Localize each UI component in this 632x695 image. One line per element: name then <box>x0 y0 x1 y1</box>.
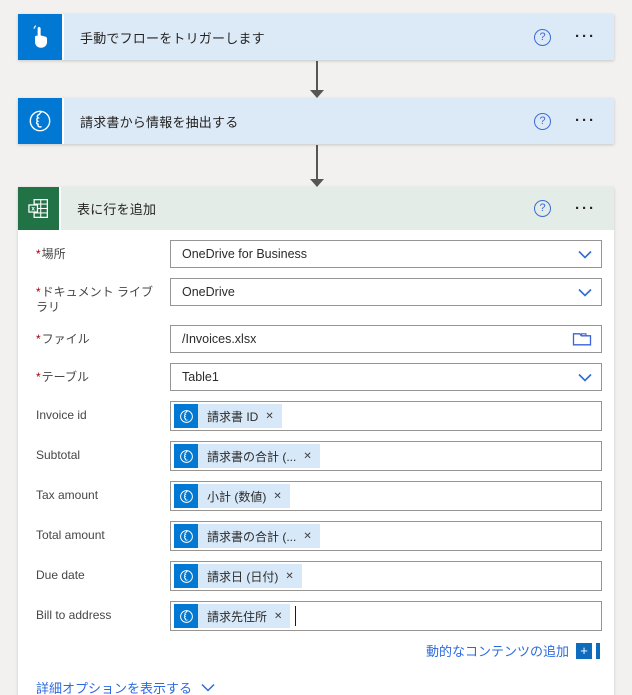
ai-builder-brain-icon <box>174 444 198 468</box>
chevron-down-icon[interactable] <box>578 373 592 382</box>
token-remove-icon[interactable]: ✕ <box>274 611 290 622</box>
token-label: 請求先住所 <box>198 608 274 625</box>
excel-card-title[interactable]: 表に行を追加 <box>61 187 534 230</box>
ai-builder-brain-icon <box>174 564 198 588</box>
required-asterisk: * <box>36 370 41 384</box>
dynamic-content-token[interactable]: 請求書の合計 (...✕ <box>174 524 320 548</box>
excel-card: x 表に行を追加 ? ··· *場所OneDrive for Business*… <box>18 187 614 695</box>
field-file-input-2[interactable]: /Invoices.xlsx <box>170 325 602 353</box>
trigger-card-title[interactable]: 手動でフローをトリガーします <box>64 14 534 60</box>
svg-text:x: x <box>31 206 35 213</box>
more-options-icon[interactable]: ··· <box>575 32 596 42</box>
required-asterisk: * <box>36 285 41 299</box>
token-remove-icon[interactable]: ✕ <box>303 451 319 462</box>
excel-form-rows: *場所OneDrive for Business*ドキュメント ライブラリOne… <box>30 240 602 631</box>
form-field-row: *テーブルTable1 <box>30 363 602 391</box>
trigger-card-header[interactable]: 手動でフローをトリガーします ? ··· <box>18 14 614 60</box>
add-dynamic-content-link[interactable]: 動的なコンテンツの追加 <box>426 641 569 660</box>
field-token-input-5[interactable]: 請求書の合計 (...✕ <box>170 441 602 471</box>
field-label: *ドキュメント ライブラリ <box>30 278 170 315</box>
form-field-row: *場所OneDrive for Business <box>30 240 602 268</box>
form-field-row: Bill to address請求先住所✕ <box>30 601 602 631</box>
ai-builder-card-title[interactable]: 請求書から情報を抽出する <box>64 98 534 144</box>
folder-picker-icon[interactable] <box>572 331 592 347</box>
field-label: Bill to address <box>30 601 170 623</box>
help-icon[interactable]: ? <box>534 200 551 217</box>
field-select-1[interactable]: OneDrive <box>170 278 602 306</box>
form-field-row: *ファイル/Invoices.xlsx <box>30 325 602 353</box>
flow-connector-arrow <box>309 145 325 187</box>
field-label: Tax amount <box>30 481 170 503</box>
ai-builder-brain-icon <box>174 404 198 428</box>
add-dynamic-content-plus-bar <box>596 643 600 659</box>
help-icon[interactable]: ? <box>534 29 551 46</box>
form-field-row: Due date請求日 (日付)✕ <box>30 561 602 591</box>
form-field-row: *ドキュメント ライブラリOneDrive <box>30 278 602 315</box>
field-select-0[interactable]: OneDrive for Business <box>170 240 602 268</box>
field-label: *場所 <box>30 240 170 262</box>
touch-trigger-icon <box>18 14 64 60</box>
field-label: *テーブル <box>30 363 170 385</box>
form-field-row: Invoice id請求書 ID✕ <box>30 401 602 431</box>
dynamic-content-token[interactable]: 請求先住所✕ <box>174 604 290 628</box>
trigger-card[interactable]: 手動でフローをトリガーします ? ··· <box>18 14 614 60</box>
show-advanced-options-row: 詳細オプションを表示する <box>36 678 602 695</box>
token-label: 請求書 ID <box>198 408 265 425</box>
token-remove-icon[interactable]: ✕ <box>265 411 281 422</box>
required-asterisk: * <box>36 247 41 261</box>
field-token-input-9[interactable]: 請求先住所✕ <box>170 601 602 631</box>
chevron-down-icon[interactable] <box>201 683 215 692</box>
field-label: Due date <box>30 561 170 583</box>
dynamic-content-token[interactable]: 請求書 ID✕ <box>174 404 282 428</box>
field-token-input-8[interactable]: 請求日 (日付)✕ <box>170 561 602 591</box>
form-field-row: Tax amount小計 (数値)✕ <box>30 481 602 511</box>
excel-card-body: *場所OneDrive for Business*ドキュメント ライブラリOne… <box>18 230 614 695</box>
dynamic-content-token[interactable]: 請求日 (日付)✕ <box>174 564 302 588</box>
token-label: 請求書の合計 (... <box>198 448 303 465</box>
field-token-input-4[interactable]: 請求書 ID✕ <box>170 401 602 431</box>
chevron-down-icon[interactable] <box>578 288 592 297</box>
field-label: Total amount <box>30 521 170 543</box>
token-label: 小計 (数値) <box>198 488 273 505</box>
required-asterisk: * <box>36 332 41 346</box>
token-remove-icon[interactable]: ✕ <box>303 531 319 542</box>
chevron-down-icon[interactable] <box>578 250 592 259</box>
show-advanced-options-link[interactable]: 詳細オプションを表示する <box>36 678 192 695</box>
flow-connector-arrow <box>309 61 325 98</box>
field-label: Subtotal <box>30 441 170 463</box>
ai-builder-card[interactable]: 請求書から情報を抽出する ? ··· <box>18 98 614 144</box>
field-label: *ファイル <box>30 325 170 347</box>
field-label: Invoice id <box>30 401 170 423</box>
excel-icon: x <box>18 187 61 230</box>
dynamic-content-token[interactable]: 小計 (数値)✕ <box>174 484 290 508</box>
ai-builder-brain-icon <box>18 98 64 144</box>
more-options-icon[interactable]: ··· <box>575 204 596 214</box>
text-caret <box>295 606 296 626</box>
ai-builder-brain-icon <box>174 484 198 508</box>
token-label: 請求日 (日付) <box>198 568 285 585</box>
field-token-input-6[interactable]: 小計 (数値)✕ <box>170 481 602 511</box>
ai-builder-brain-icon <box>174 604 198 628</box>
form-field-row: Subtotal請求書の合計 (...✕ <box>30 441 602 471</box>
field-token-input-7[interactable]: 請求書の合計 (...✕ <box>170 521 602 551</box>
help-icon[interactable]: ? <box>534 113 551 130</box>
form-field-row: Total amount請求書の合計 (...✕ <box>30 521 602 551</box>
flow-designer-canvas: 手動でフローをトリガーします ? ··· 請求書から情報を抽出する ? ··· <box>0 0 632 695</box>
add-dynamic-content-plus-icon[interactable]: + <box>576 643 592 659</box>
add-dynamic-content-row: 動的なコンテンツの追加 + <box>30 641 600 660</box>
more-options-icon[interactable]: ··· <box>575 116 596 126</box>
ai-builder-card-header[interactable]: 請求書から情報を抽出する ? ··· <box>18 98 614 144</box>
token-label: 請求書の合計 (... <box>198 528 303 545</box>
ai-builder-brain-icon <box>174 524 198 548</box>
token-remove-icon[interactable]: ✕ <box>285 571 301 582</box>
dynamic-content-token[interactable]: 請求書の合計 (...✕ <box>174 444 320 468</box>
token-remove-icon[interactable]: ✕ <box>273 491 289 502</box>
field-select-3[interactable]: Table1 <box>170 363 602 391</box>
excel-card-header[interactable]: x 表に行を追加 ? ··· <box>18 187 614 230</box>
